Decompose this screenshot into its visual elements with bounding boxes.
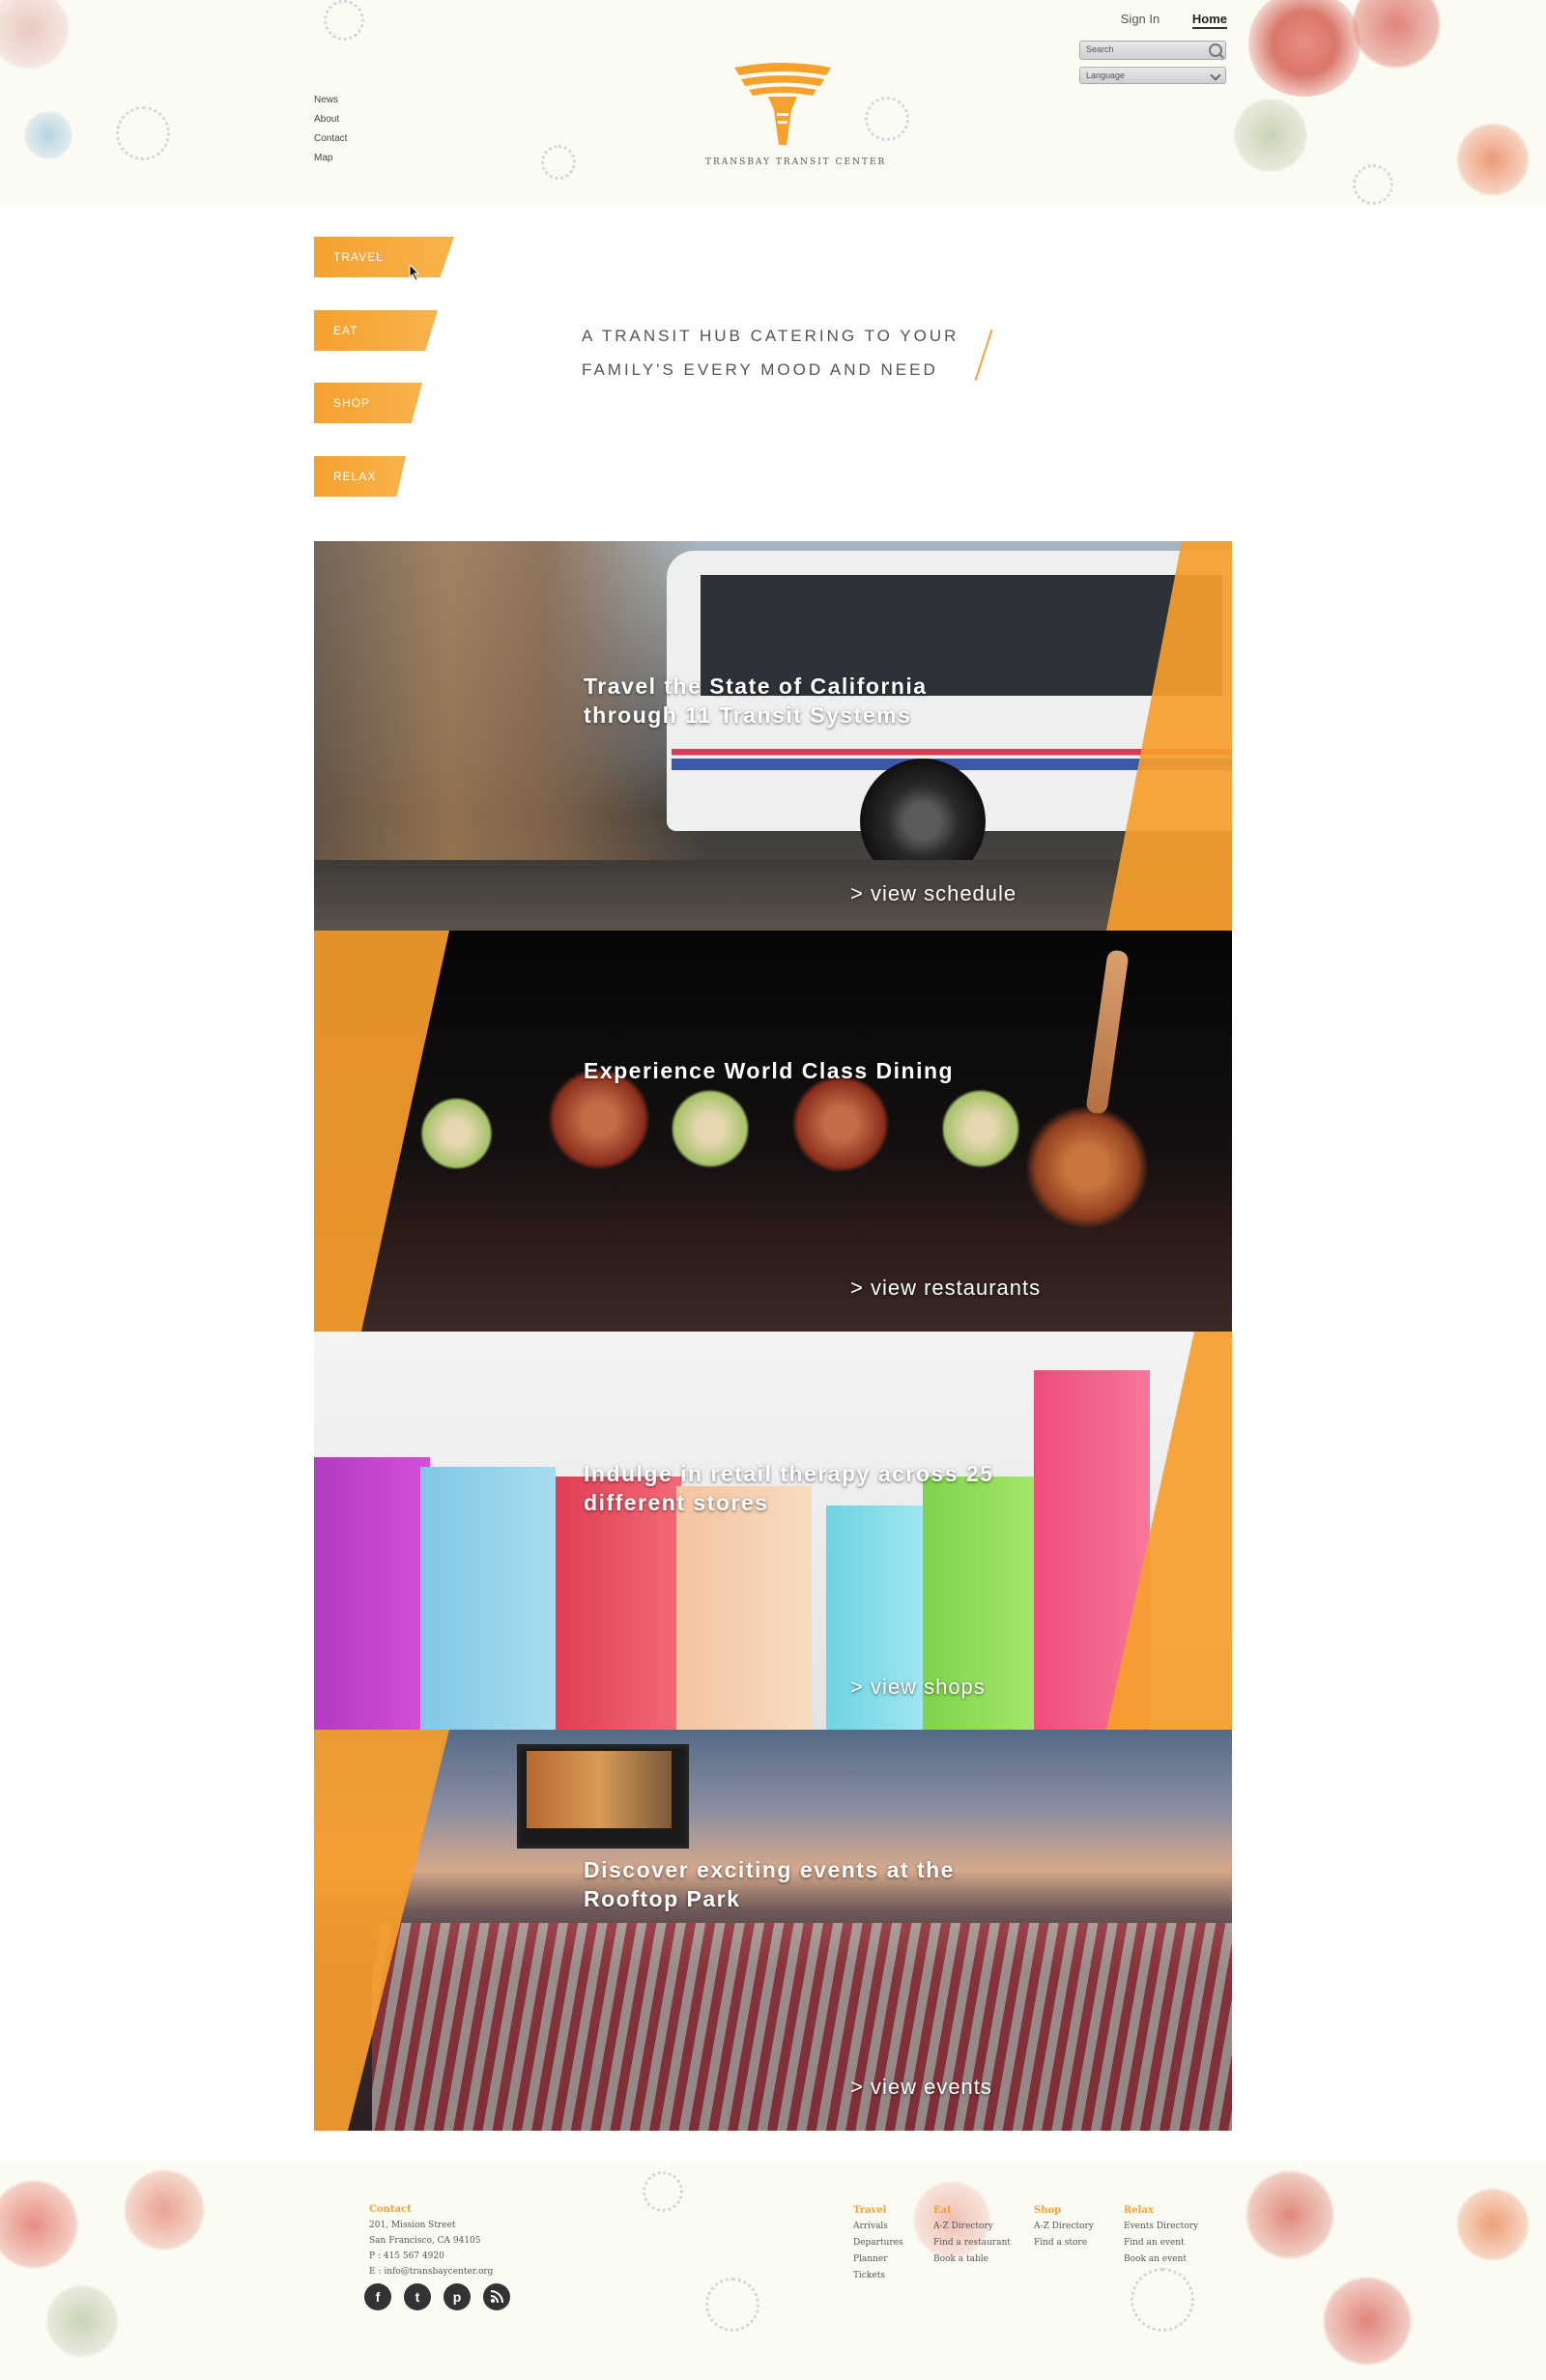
footer-address-line: San Francisco, CA 94105 <box>369 2236 481 2246</box>
footer-link[interactable]: A-Z Directory <box>933 2219 1011 2235</box>
food-item <box>420 1085 493 1182</box>
rss-icon-glyph <box>490 2290 503 2304</box>
facebook-icon[interactable]: f <box>364 2283 391 2310</box>
panel-title: Discover exciting events at the Rooftop … <box>584 1857 955 1911</box>
panel-relax[interactable]: Discover exciting events at the Rooftop … <box>314 1730 1232 2131</box>
top-links: Sign In Home <box>1092 12 1227 29</box>
footer-link[interactable]: Find a restaurant <box>933 2235 1011 2251</box>
view-restaurants-link[interactable]: > view restaurants <box>850 1276 1041 1301</box>
shopping-bag <box>314 1457 430 1730</box>
road <box>314 860 1232 931</box>
floral-decoration <box>1449 2181 1536 2268</box>
tagline: A TRANSIT HUB CATERING TO YOUR FAMILY'S … <box>582 327 959 379</box>
panel-title: Indulge in retail therapy across 25 diff… <box>584 1461 994 1515</box>
footer-address-line: 201, Mission Street <box>369 2221 456 2230</box>
footer-link[interactable]: Arrivals <box>853 2219 903 2235</box>
footer: Contact 201, Mission Street San Francisc… <box>0 2162 1546 2380</box>
footer-col-shop: Shop A-Z Directory Find a store <box>1034 2202 1094 2251</box>
pinterest-icon[interactable]: p <box>444 2283 471 2310</box>
footer-link[interactable]: Book a table <box>933 2251 1011 2268</box>
footer-col-heading[interactable]: Eat <box>933 2202 1011 2219</box>
footer-email[interactable]: E : info@transbaycenter.org <box>369 2264 493 2280</box>
floral-decoration <box>1314 2268 1420 2374</box>
nav-link-contact[interactable]: Contact <box>314 129 347 149</box>
panel-title: Experience World Class Dining <box>584 1058 955 1083</box>
footer-col-relax: Relax Events Directory Find an event Boo… <box>1124 2202 1198 2268</box>
floral-decoration <box>39 2278 126 2365</box>
footer-contact: Contact 201, Mission Street San Francisc… <box>369 2202 493 2280</box>
footer-link[interactable]: Planner <box>853 2251 903 2268</box>
footer-contact-heading: Contact <box>369 2204 412 2215</box>
home-link[interactable]: Home <box>1191 12 1227 29</box>
search-icon[interactable] <box>1209 43 1222 57</box>
footer-link[interactable]: Events Directory <box>1124 2219 1198 2235</box>
header: News About Contact Map TRANSBAY TRANSIT … <box>0 0 1546 206</box>
ornament-ring <box>705 2278 759 2332</box>
side-nav: News About Contact Map <box>314 91 347 168</box>
tab-travel[interactable]: TRAVEL <box>314 237 454 277</box>
rss-icon[interactable] <box>483 2283 510 2310</box>
food-item <box>1015 1095 1160 1240</box>
ornament-ring <box>1353 164 1393 205</box>
food-item <box>942 1075 1019 1182</box>
sign-in-link[interactable]: Sign In <box>1121 12 1160 26</box>
footer-col-heading[interactable]: Shop <box>1034 2202 1094 2219</box>
nav-link-map[interactable]: Map <box>314 149 347 168</box>
ornament-ring <box>116 106 170 160</box>
search-input[interactable]: Search <box>1079 41 1226 60</box>
panel-shop[interactable]: Indulge in retail therapy across 25 diff… <box>314 1332 1232 1730</box>
ornament-ring <box>541 145 576 180</box>
site-logo[interactable]: TRANSBAY TRANSIT CENTER <box>705 60 887 167</box>
floral-decoration <box>1449 116 1536 203</box>
footer-link[interactable]: Departures <box>853 2235 903 2251</box>
footer-col-heading[interactable]: Relax <box>1124 2202 1198 2219</box>
footer-col-heading[interactable]: Travel <box>853 2202 903 2219</box>
twitter-icon[interactable]: t <box>404 2283 431 2310</box>
logo-text: TRANSBAY TRANSIT CENTER <box>705 158 887 167</box>
deck-chairs <box>372 1923 1232 2131</box>
cinema-screen-picture <box>527 1751 672 1828</box>
ornament-ring <box>865 97 909 141</box>
nav-link-about[interactable]: About <box>314 110 347 129</box>
footer-link[interactable]: Book an event <box>1124 2251 1198 2268</box>
logo-icon <box>734 63 831 145</box>
footer-link[interactable]: Find an event <box>1124 2235 1198 2251</box>
panel-title: Travel the State of California through 1… <box>584 674 928 728</box>
floral-decoration <box>1227 97 1314 174</box>
panel-travel[interactable]: Travel the State of California through 1… <box>314 541 1232 931</box>
view-events-link[interactable]: > view events <box>850 2075 992 2100</box>
panel-eat[interactable]: Experience World Class Dining > view res… <box>314 931 1232 1332</box>
language-select[interactable]: Language <box>1079 67 1226 84</box>
view-shops-link[interactable]: > view shops <box>850 1675 986 1700</box>
shopping-bag <box>420 1467 556 1730</box>
floral-decoration <box>116 2162 213 2258</box>
footer-col-eat: Eat A-Z Directory Find a restaurant Book… <box>933 2202 1011 2268</box>
shopping-bag <box>676 1486 812 1730</box>
footer-col-travel: Travel Arrivals Departures Planner Ticke… <box>853 2202 903 2284</box>
ornament-ring <box>643 2171 683 2212</box>
tab-relax[interactable]: RELAX <box>314 456 406 497</box>
floral-decoration <box>1343 0 1449 77</box>
tab-shop[interactable]: SHOP <box>314 383 422 423</box>
footer-link[interactable]: Find a store <box>1034 2235 1094 2251</box>
mouse-cursor-icon <box>409 264 420 281</box>
floral-decoration <box>19 106 77 164</box>
footer-link[interactable]: Tickets <box>853 2268 903 2284</box>
footer-phone: P : 415 567 4920 <box>369 2251 444 2261</box>
ornament-ring <box>1131 2268 1194 2332</box>
ornament-ring <box>324 0 364 41</box>
floral-decoration <box>0 2171 87 2278</box>
view-schedule-link[interactable]: > view schedule <box>850 881 1016 906</box>
food-item <box>672 1075 749 1182</box>
floral-decoration <box>1237 2162 1343 2268</box>
tab-eat[interactable]: EAT <box>314 310 438 351</box>
footer-link[interactable]: A-Z Directory <box>1034 2219 1094 2235</box>
nav-link-news[interactable]: News <box>314 91 347 110</box>
floral-decoration <box>0 0 77 77</box>
